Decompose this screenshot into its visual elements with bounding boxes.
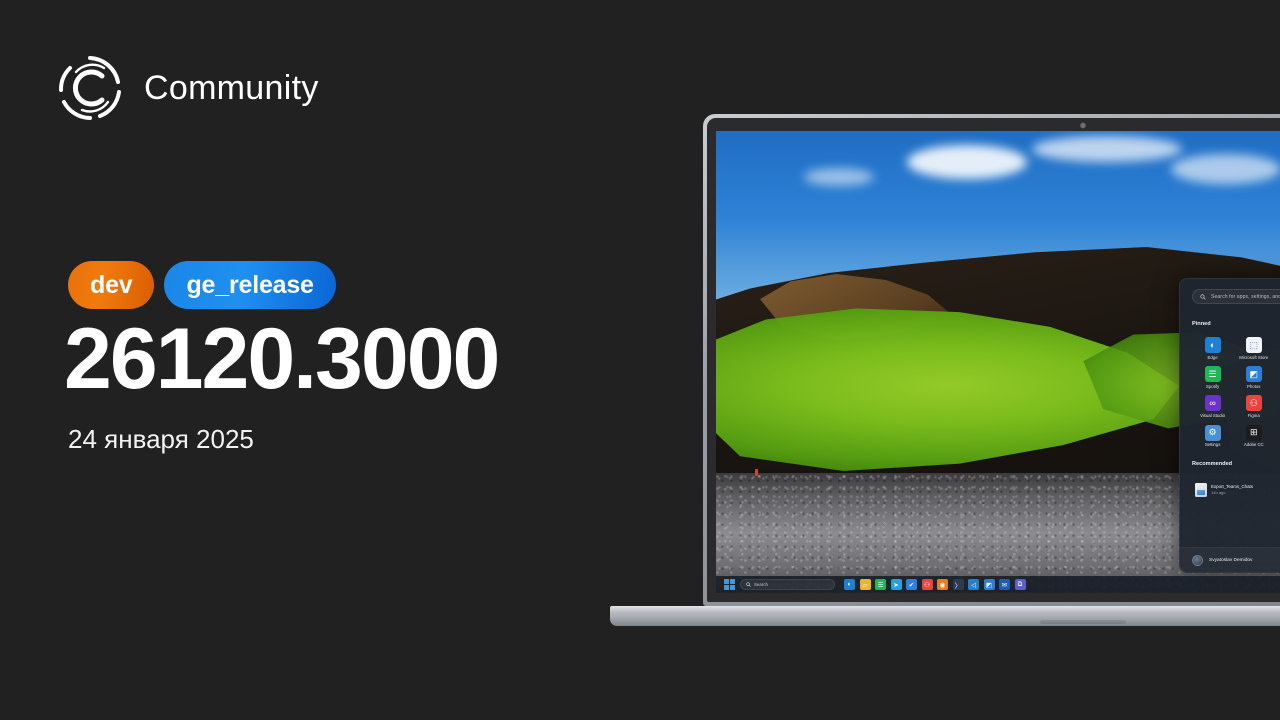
laptop-base bbox=[610, 606, 1280, 626]
pinned-title: Pinned bbox=[1192, 320, 1211, 327]
telegram-icon[interactable]: ➤ bbox=[890, 579, 902, 590]
visual-studio-icon: ∞ bbox=[1204, 395, 1221, 412]
cloud bbox=[1171, 154, 1280, 185]
pinned-app-label: Visual Studio bbox=[1200, 412, 1226, 418]
pinned-app[interactable]: ◩ Photos bbox=[1233, 366, 1274, 389]
vs-code-icon[interactable]: ◁ bbox=[968, 579, 979, 590]
terminal-icon[interactable]: 〉 bbox=[952, 579, 964, 590]
pinned-app[interactable]: ∞ Visual Studio bbox=[1192, 395, 1233, 418]
adobe-cc-icon: ⊞ bbox=[1245, 424, 1262, 441]
pinned-app-label: Photos bbox=[1247, 383, 1261, 389]
taskbar-icons: ◐ ▱ ☰ ➤ ✔ ⚇ ◉ 〉 ◁ ◩ ✉ ⧉ bbox=[844, 579, 1026, 590]
start-menu-footer: Svyatoslav Demidov bbox=[1180, 547, 1280, 572]
figma-icon[interactable]: ⚇ bbox=[921, 579, 933, 590]
pinned-app[interactable]: ⬚ Microsoft Store bbox=[1233, 337, 1274, 360]
pinned-app-label: Spotify bbox=[1206, 383, 1220, 389]
search-icon bbox=[1200, 293, 1206, 300]
settings-gear-icon: ⚙ bbox=[1204, 424, 1221, 441]
laptop-mockup: Search for apps, settings, and documents… bbox=[610, 114, 1280, 626]
photos-icon: ◩ bbox=[1245, 366, 1262, 383]
pinned-app[interactable]: ◉Blender bbox=[1274, 395, 1280, 418]
pinned-app[interactable]: ▮Phone Link bbox=[1274, 425, 1280, 448]
taskbar-search-input[interactable]: Search bbox=[740, 579, 835, 590]
windows-start-icon[interactable] bbox=[724, 579, 735, 590]
blender-icon[interactable]: ◉ bbox=[937, 579, 948, 590]
wallpaper-person bbox=[754, 468, 758, 476]
pinned-app-label: Adobe CC bbox=[1243, 442, 1264, 448]
release-badges: dev ge_release bbox=[68, 261, 336, 309]
edge-icon: ◐ bbox=[1204, 337, 1221, 353]
pinned-app[interactable]: ⚙ Settings bbox=[1192, 424, 1233, 448]
badge-dev: dev bbox=[68, 261, 155, 309]
pinned-app[interactable]: ☰ Spotify bbox=[1192, 366, 1233, 389]
recommended-item[interactable]: Export_Teams_Chats 14h ago bbox=[1192, 481, 1280, 499]
document-icon bbox=[1195, 482, 1207, 497]
pinned-app-label: Figma bbox=[1247, 412, 1260, 418]
pinned-header: Pinned All apps › bbox=[1192, 317, 1280, 330]
recommended-header: Recommended More › bbox=[1192, 458, 1280, 471]
pinned-app-label: Edge bbox=[1207, 354, 1218, 360]
cloud bbox=[906, 144, 1027, 179]
search-icon bbox=[746, 582, 751, 587]
start-search-placeholder: Search for apps, settings, and documents bbox=[1211, 293, 1280, 300]
recommended-item-time: 14h ago bbox=[1211, 490, 1226, 496]
pinned-app[interactable]: ⚇ Figma bbox=[1233, 395, 1274, 418]
build-number: 26120.3000 bbox=[64, 311, 500, 407]
recommended-item-name: Export_Teams_Chats bbox=[1211, 484, 1253, 490]
laptop-bezel: Search for apps, settings, and documents… bbox=[707, 118, 1280, 602]
recommended-list: Export_Teams_Chats14h agoSharePoint_Site… bbox=[1192, 481, 1280, 499]
spotify-icon: ☰ bbox=[1204, 366, 1221, 383]
recommended-title: Recommended bbox=[1192, 461, 1233, 468]
file-explorer-icon[interactable]: ▱ bbox=[859, 579, 871, 590]
photos-icon[interactable]: ◩ bbox=[983, 579, 995, 590]
user-avatar[interactable] bbox=[1192, 554, 1203, 566]
pinned-app[interactable]: ❁Paint bbox=[1274, 337, 1280, 360]
microsoft-store-icon: ⬚ bbox=[1245, 337, 1262, 353]
pinned-app[interactable]: ⊞Calculator bbox=[1274, 366, 1280, 389]
start-menu[interactable]: Search for apps, settings, and documents… bbox=[1179, 278, 1280, 573]
community-c-logo bbox=[56, 54, 124, 122]
user-name: Svyatoslav Demidov bbox=[1209, 557, 1253, 563]
laptop-screen-shell: Search for apps, settings, and documents… bbox=[703, 114, 1280, 606]
pinned-app-label: Microsoft Store bbox=[1239, 354, 1269, 360]
edge-icon[interactable]: ◐ bbox=[844, 579, 855, 590]
spotify-icon[interactable]: ☰ bbox=[875, 579, 886, 590]
pinned-app-label: Settings bbox=[1204, 442, 1221, 448]
taskbar-search-label: Search bbox=[754, 582, 768, 587]
brand-header: Community bbox=[56, 54, 319, 122]
pinned-app[interactable]: ⊞ Adobe CC bbox=[1233, 424, 1274, 448]
pinned-app[interactable]: ◐ Edge bbox=[1192, 337, 1233, 360]
start-search-input[interactable]: Search for apps, settings, and documents bbox=[1192, 289, 1280, 304]
cloud bbox=[804, 167, 875, 186]
laptop-display: Search for apps, settings, and documents… bbox=[716, 131, 1280, 593]
webcam-dot bbox=[1080, 123, 1086, 128]
release-date: 24 января 2025 bbox=[68, 424, 254, 454]
taskbar[interactable]: Search ◐ ▱ ☰ ➤ ✔ ⚇ ◉ 〉 ◁ ◩ ✉ ⧉ bbox=[716, 576, 1280, 593]
pinned-apps-grid: ◐Edge⬚Microsoft Store❁Paint◷Clock▶Media … bbox=[1192, 337, 1280, 448]
brand-title: Community bbox=[144, 68, 319, 107]
outlook-icon[interactable]: ✉ bbox=[999, 579, 1010, 590]
badge-ge-release: ge_release bbox=[164, 261, 336, 309]
cloud bbox=[1031, 135, 1182, 162]
to-do-icon[interactable]: ✔ bbox=[906, 579, 917, 590]
figma-icon: ⚇ bbox=[1245, 395, 1262, 412]
teams-icon[interactable]: ⧉ bbox=[1014, 579, 1026, 590]
